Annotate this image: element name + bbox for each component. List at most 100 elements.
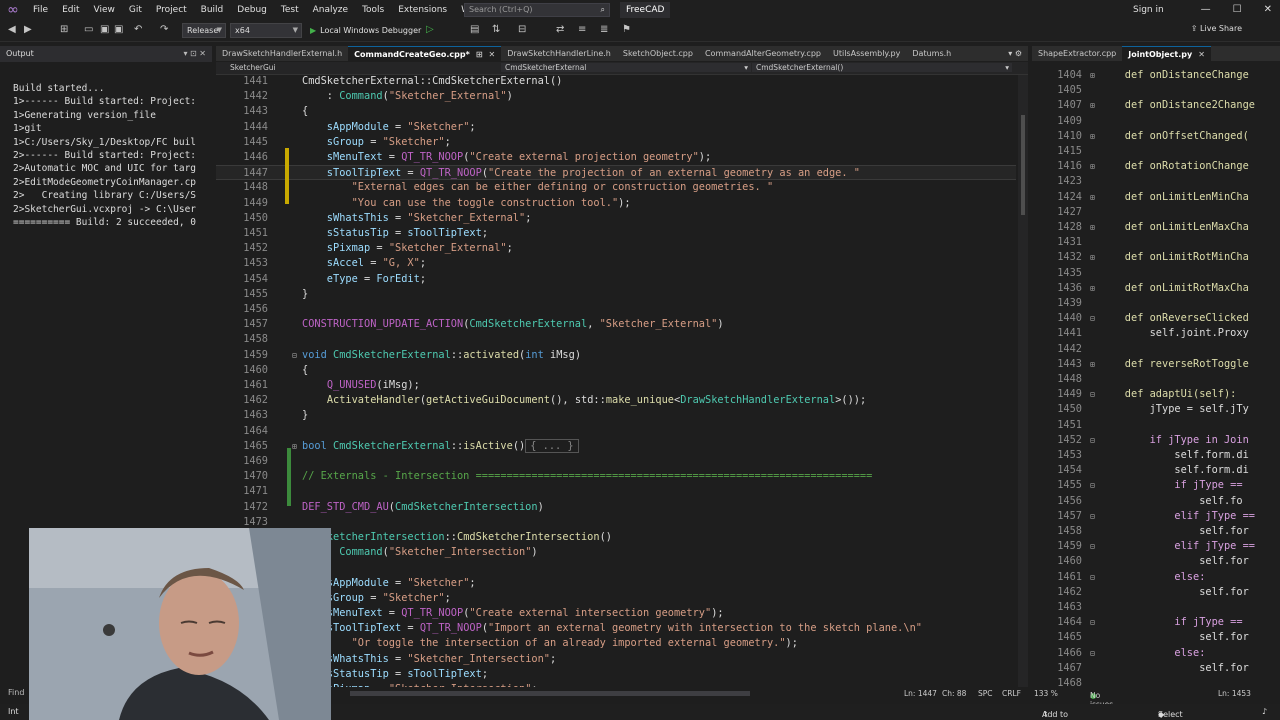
scrollbar-thumb[interactable] (1021, 115, 1025, 215)
code-line[interactable]: 1423 (1032, 174, 1280, 189)
code-line[interactable]: 1478 sGroup = "Sketcher"; (216, 591, 1016, 606)
code-line[interactable]: 1416 ⊞ def onRotationChange (1032, 159, 1280, 174)
code-line[interactable]: 1475 : Command("Sketcher_Intersection") (216, 545, 1016, 560)
fold-toggle-icon[interactable]: ⊟ (1090, 615, 1095, 630)
menu-item-project[interactable]: Project (149, 0, 194, 20)
code-line[interactable]: 1424 ⊞ def onLimitLenMinCha (1032, 190, 1280, 205)
code-line[interactable]: 1407 ⊞ def onDistance2Change (1032, 98, 1280, 113)
code-line[interactable]: 1451 sStatusTip = sToolTipText; (216, 226, 1016, 241)
fold-toggle-icon[interactable]: ⊟ (1090, 570, 1095, 585)
fold-toggle-icon[interactable]: ⊞ (1090, 281, 1095, 296)
code-line[interactable]: 1443 { (216, 104, 1016, 119)
code-line[interactable]: 1467 self.for (1032, 661, 1280, 676)
menu-item-debug[interactable]: Debug (230, 0, 274, 20)
menu-item-analyze[interactable]: Analyze (306, 0, 355, 20)
project-dropdown[interactable]: SketcherGui (230, 63, 276, 72)
platform-select[interactable]: x64 ▼ (230, 23, 302, 38)
code-editor[interactable]: 1441 CmdSketcherExternal::CmdSketcherExte… (216, 75, 1028, 687)
code-line[interactable]: 1445 sGroup = "Sketcher"; (216, 135, 1016, 150)
panel-controls[interactable]: ▾ ⊡ ✕ (183, 46, 206, 62)
back-icon[interactable]: ◀ (8, 24, 16, 35)
toolbar-tool-icon[interactable]: ⇅ (492, 24, 500, 35)
code-line[interactable]: 1448 (1032, 372, 1280, 387)
code-line[interactable]: 1463 (1032, 600, 1280, 615)
code-line[interactable]: 1454 self.form.di (1032, 463, 1280, 478)
right-editor-tab[interactable]: JointObject.py ✕ (1122, 46, 1211, 61)
code-line[interactable]: 1442 : Command("Sketcher_External") (216, 89, 1016, 104)
code-line[interactable]: 1462 self.for (1032, 585, 1280, 600)
fold-toggle-icon[interactable]: ⊟ (1090, 646, 1095, 661)
toolbar-tool-icon[interactable]: ≣ (600, 24, 608, 35)
open-folder-icon[interactable]: ▭ (84, 24, 93, 35)
editor-tab[interactable]: Datums.h (906, 46, 957, 61)
vertical-scrollbar[interactable] (1018, 75, 1028, 687)
code-line[interactable]: 1459 ⊟ elif jType == (1032, 539, 1280, 554)
fold-toggle-icon[interactable]: ⊞ (1090, 357, 1095, 372)
code-line[interactable]: 1464 ⊟ if jType == (1032, 615, 1280, 630)
toolbar-tool-icon[interactable]: ⇄ (556, 24, 564, 35)
menu-item-extensions[interactable]: Extensions (391, 0, 454, 20)
close-icon[interactable]: ✕ (1264, 0, 1272, 20)
code-line[interactable]: 1457 CONSTRUCTION_UPDATE_ACTION(CmdSketch… (216, 317, 1016, 332)
maximize-icon[interactable]: ☐ (1233, 0, 1242, 20)
code-line[interactable]: 1447 sToolTipText = QT_TR_NOOP("Create t… (216, 165, 1016, 181)
menu-item-test[interactable]: Test (274, 0, 306, 20)
right-code-editor[interactable]: 1404 ⊞ def onDistanceChange 1405 1407 ⊞ def … (1032, 66, 1280, 686)
close-tab-icon[interactable]: ✕ (1198, 50, 1205, 59)
close-tab-icon[interactable]: ✕ (489, 50, 496, 59)
fold-toggle-icon[interactable]: ⊟ (1090, 433, 1095, 448)
code-line[interactable]: 1452 sPixmap = "Sketcher_External"; (216, 241, 1016, 256)
start-debugging-button[interactable]: ▶ Local Windows Debugger (310, 23, 421, 38)
member-dropdown[interactable]: CmdSketcherExternal() ▾ (752, 63, 1012, 72)
new-project-icon[interactable]: ⊞ (60, 24, 68, 35)
fold-toggle-icon[interactable]: ⊟ (1090, 387, 1095, 402)
fold-toggle-icon[interactable]: ⊞ (1090, 250, 1095, 265)
menu-item-edit[interactable]: Edit (55, 0, 86, 20)
code-line[interactable]: 1461 ⊟ else: (1032, 570, 1280, 585)
save-icon[interactable]: ▣ (100, 24, 109, 35)
code-line[interactable]: 1450 sWhatsThis = "Sketcher_External"; (216, 211, 1016, 226)
whitespace-indicator[interactable]: SPC (978, 689, 993, 698)
pin-icon[interactable]: ⊞ (476, 50, 483, 59)
code-line[interactable]: 1432 ⊞ def onLimitRotMinCha (1032, 250, 1280, 265)
toolbar-tool-icon[interactable]: ≡ (578, 24, 586, 35)
fold-toggle-icon[interactable]: ⊞ (1090, 220, 1095, 235)
fold-toggle-icon[interactable]: ⊞ (1090, 129, 1095, 144)
fold-toggle-icon[interactable]: ⊟ (292, 348, 297, 363)
configuration-select[interactable]: Release ▼ (182, 23, 226, 38)
code-line[interactable]: 1456 (216, 302, 1016, 317)
code-line[interactable]: 1466 ⊟ else: (1032, 646, 1280, 661)
toolbar-tool-icon[interactable]: ⊟ (518, 24, 526, 35)
fold-toggle-icon[interactable]: ⊟ (1090, 539, 1095, 554)
find-label[interactable]: Find (8, 688, 24, 697)
code-line[interactable]: 1415 (1032, 144, 1280, 159)
code-line[interactable]: 1469 (216, 454, 1016, 469)
code-line[interactable]: 1458 (216, 332, 1016, 347)
code-line[interactable]: 1431 (1032, 235, 1280, 250)
code-line[interactable]: 1461 Q_UNUSED(iMsg); (216, 378, 1016, 393)
code-line[interactable]: 1471 (216, 484, 1016, 499)
live-share-button[interactable]: ⇪ Live Share (1191, 24, 1242, 33)
fold-toggle-icon[interactable]: ⊞ (1090, 159, 1095, 174)
code-line[interactable]: 1480 sToolTipText = QT_TR_NOOP("Import a… (216, 621, 1016, 636)
code-line[interactable]: 1427 (1032, 205, 1280, 220)
right-line-indicator[interactable]: Ln: 1453 (1218, 689, 1251, 698)
code-line[interactable]: 1450 jType = self.jTy (1032, 402, 1280, 417)
code-line[interactable]: 1458 self.for (1032, 524, 1280, 539)
sign-in-link[interactable]: Sign in (1133, 0, 1164, 20)
editor-tab[interactable]: CommandCreateGeo.cpp* ⊞ ✕ (348, 46, 502, 61)
code-line[interactable]: 1465 ⊞ bool CmdSketcherExternal::isActive(… (216, 438, 1016, 454)
code-line[interactable]: 1483 sStatusTip = sToolTipText; (216, 667, 1016, 682)
fold-toggle-icon[interactable]: ⊟ (1090, 478, 1095, 493)
line-ending-indicator[interactable]: CRLF (1002, 689, 1021, 698)
fold-toggle-icon[interactable]: ⊞ (1090, 190, 1095, 205)
fold-toggle-icon[interactable]: ⊟ (1090, 311, 1095, 326)
output-text[interactable]: Build started... 1>------ Build started: … (0, 62, 212, 229)
code-line[interactable]: 1452 ⊟ if jType in Join (1032, 433, 1280, 448)
code-line[interactable]: 1460 self.for (1032, 554, 1280, 569)
code-line[interactable]: 1446 sMenuText = QT_TR_NOOP("Create exte… (216, 150, 1016, 165)
menu-item-git[interactable]: Git (122, 0, 149, 20)
bookmark-icon[interactable]: ⚑ (622, 24, 631, 35)
code-line[interactable]: 1441 self.joint.Proxy (1032, 326, 1280, 341)
tab-overflow-icon[interactable]: ▾ ⚙ (1008, 46, 1022, 61)
